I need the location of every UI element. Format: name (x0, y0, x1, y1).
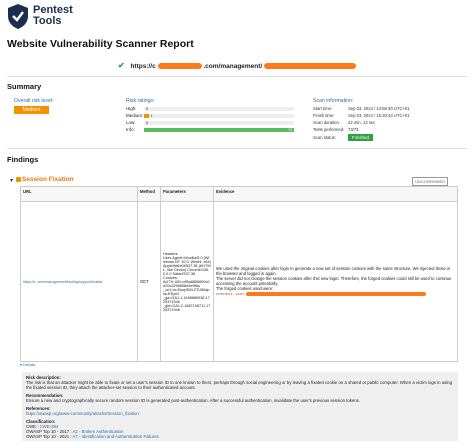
col-method: Method (137, 186, 161, 202)
scan-info-value: Finished (348, 134, 374, 141)
scan-info-row: Scan status: Finished (313, 134, 374, 141)
details-label: Details (23, 362, 36, 367)
scan-info-label: Scan duration: (313, 120, 341, 125)
recommendation: Ensure a new and cryptographically secur… (26, 398, 361, 403)
cell-url[interactable]: https://c .com/management/beelog/support… (20, 201, 138, 362)
brand-name: Pentest Tools (33, 5, 73, 27)
risk-level-heading: Overall risk level: (14, 98, 54, 104)
reference-link[interactable]: https://owasp.org/www-community/attacks/… (26, 411, 139, 416)
scan-info-label: Scan status: (313, 135, 337, 140)
rating-label: High: (126, 106, 137, 111)
redaction-mark (264, 63, 357, 70)
cell-method: GET (137, 201, 161, 362)
redaction-mark (245, 291, 426, 296)
evidence-code-line: connect.sid= (216, 291, 455, 297)
owasp-2021-link[interactable]: A7 - Identification and Authentication F… (73, 434, 159, 439)
rating-count: 72 (288, 127, 293, 132)
scan-info-row: Start time: Sep 03, 2024 / 14:58:30 UTC+0… (313, 106, 410, 111)
collapse-icon[interactable]: ▾ (10, 177, 13, 184)
rating-bar (144, 128, 294, 132)
table-row: https://c .com/management/beelog/support… (20, 201, 458, 362)
scan-info-row: Finish time: Sep 03, 2024 / 15:20:43 UTC+… (313, 113, 410, 118)
report-title: Website Vulnerability Scanner Report (7, 38, 194, 50)
cell-evidence: We used the original cookies after login… (213, 201, 458, 362)
rating-count: 1 (150, 113, 153, 118)
rating-bar-track (144, 121, 294, 125)
rating-bar (144, 114, 149, 118)
risk-level-badge: Medium (14, 106, 49, 114)
scan-info-label: Start time: (313, 106, 333, 111)
details-toggle[interactable]: ▾ Details (20, 362, 35, 367)
owasp-2021-row: OWASP Top 10 - 2021 : A7 - Identificatio… (26, 434, 454, 439)
divider (7, 148, 467, 149)
rating-label: Info: (126, 127, 135, 132)
details-panel: Risk description: The risk is that an at… (22, 372, 458, 441)
findings-title: Findings (7, 155, 39, 164)
scan-info-label: Tests performed: (313, 127, 345, 132)
scan-info-value: Sep 03, 2024 / 15:20:43 UTC+01 (348, 113, 410, 118)
scan-info-value: 22 min, 13 sec (348, 120, 376, 125)
scan-info-row: Tests performed: 73/73 (313, 127, 358, 132)
risk-ratings-heading: Risk ratings: (126, 98, 155, 104)
evidence-code: connect.sid= (216, 293, 245, 297)
rating-bar-track (144, 114, 294, 118)
risk-description: The risk is that an attacker might be ab… (26, 380, 452, 390)
col-parameters: Parameters (160, 186, 214, 202)
scan-info-row: Scan duration: 22 min, 13 sec (313, 120, 375, 125)
cell-parameters: Headers: User-Agent=Mozilla/5.0 (Windows… (160, 201, 214, 362)
scan-info-list: Start time: Sep 03, 2024 / 14:58:30 UTC+0… (313, 106, 463, 142)
scan-info-value: Sep 03, 2024 / 14:58:30 UTC+01 (348, 106, 410, 111)
rating-label: Low: (126, 120, 136, 125)
risk-ratings-chart: High: 0 Medium: 1 Low: 0 Info: 72 (126, 106, 296, 136)
finding-table: URL Method Parameters Evidence https://c… (20, 186, 458, 362)
rating-count: 0 (146, 120, 149, 125)
divider (7, 76, 467, 77)
col-url: URL (20, 186, 138, 202)
shield-icon (8, 4, 28, 29)
details-content: Risk description: The risk is that an at… (22, 372, 458, 442)
finding-title: Session Fixation (22, 176, 74, 183)
check-icon: ✔ (117, 61, 125, 70)
brand-logo: Pentest Tools (7, 3, 117, 33)
url-mid: .com/management/ (203, 63, 263, 70)
url-prefix: https://c (130, 63, 156, 70)
severity-icon (16, 177, 21, 182)
status-badge[interactable]: UNCONFIRMED (412, 177, 448, 186)
table-header-row: URL Method Parameters Evidence (20, 186, 458, 202)
target-url: ✔ https://c .com/management/ (0, 61, 474, 70)
summary-title: Summary (7, 82, 42, 91)
scan-info-heading: Scan information: (313, 98, 354, 104)
rating-count: 0 (146, 106, 149, 111)
redaction-mark (157, 63, 202, 70)
scan-info-label: Finish time: (313, 113, 335, 118)
scan-info-value: 73/73 (348, 127, 359, 132)
evidence-text: We used the original cookies after login… (216, 266, 452, 291)
rating-bar-track (144, 107, 294, 111)
col-evidence: Evidence (213, 186, 458, 202)
owasp-2021-label: OWASP Top 10 - 2021 : (26, 434, 72, 439)
rating-label: Medium: (126, 113, 144, 118)
brand-line2: Tools (33, 15, 62, 27)
